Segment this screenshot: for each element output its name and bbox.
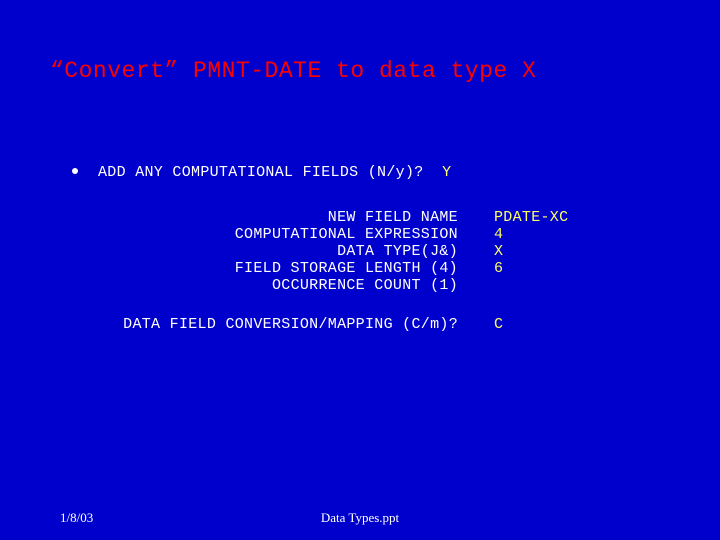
bullet-icon [72, 168, 78, 174]
field-label: FIELD STORAGE LENGTH (4) [98, 260, 458, 277]
field-answer: 4 [478, 226, 503, 243]
conversion-answer: C [478, 316, 503, 333]
footer-filename: Data Types.ppt [321, 510, 399, 526]
conversion-row: DATA FIELD CONVERSION/MAPPING (C/m)? C [98, 316, 568, 333]
prompt-answer: Y [442, 164, 451, 181]
field-row-3: FIELD STORAGE LENGTH (4) 6 [98, 260, 568, 277]
prompt-label: ADD ANY COMPUTATIONAL FIELDS (N/y)? [98, 164, 424, 181]
conversion-label: DATA FIELD CONVERSION/MAPPING (C/m)? [98, 316, 458, 333]
field-answer: PDATE-XC [478, 209, 568, 226]
field-label: COMPUTATIONAL EXPRESSION [98, 226, 458, 243]
field-row-1: COMPUTATIONAL EXPRESSION 4 [98, 226, 568, 243]
field-answer: X [478, 243, 503, 260]
field-label: OCCURRENCE COUNT (1) [98, 277, 458, 294]
field-row-4: OCCURRENCE COUNT (1) [98, 277, 568, 294]
field-row-2: DATA TYPE(J&) X [98, 243, 568, 260]
slide-title: “Convert” PMNT-DATE to data type X [50, 58, 536, 84]
field-answer [478, 277, 494, 294]
slide-body: ADD ANY COMPUTATIONAL FIELDS (N/y)? Y NE… [72, 164, 568, 333]
field-label: DATA TYPE(J&) [98, 243, 458, 260]
field-label: NEW FIELD NAME [98, 209, 458, 226]
footer-date: 1/8/03 [60, 510, 93, 526]
bullet-prompt: ADD ANY COMPUTATIONAL FIELDS (N/y)? Y [72, 164, 568, 181]
slide: “Convert” PMNT-DATE to data type X ADD A… [0, 0, 720, 540]
field-row-0: NEW FIELD NAME PDATE-XC [98, 209, 568, 226]
field-answer: 6 [478, 260, 503, 277]
